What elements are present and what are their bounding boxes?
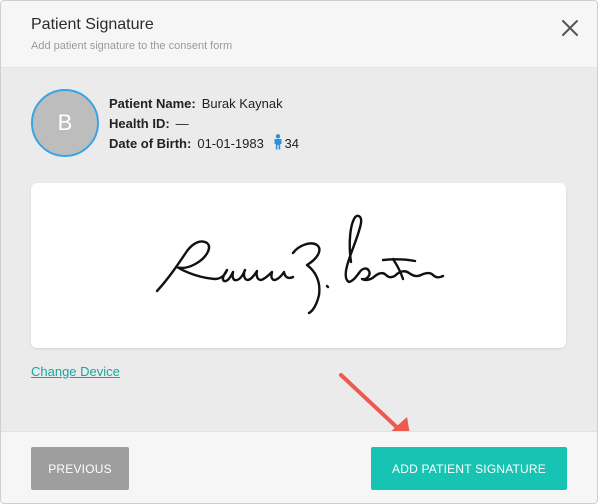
previous-button[interactable]: PREVIOUS	[31, 447, 129, 490]
dob-label: Date of Birth:	[109, 136, 192, 151]
patient-name-row: Patient Name: Burak Kaynak	[109, 94, 299, 114]
patient-info: Patient Name: Burak Kaynak Health ID: — Da…	[109, 94, 299, 154]
avatar: B	[31, 89, 99, 157]
modal-subtitle: Add patient signature to the consent for…	[31, 40, 233, 52]
signature-image	[155, 214, 445, 315]
modal-footer: PREVIOUS ADD PATIENT SIGNATURE	[1, 431, 597, 503]
close-icon	[562, 20, 578, 36]
modal-title: Patient Signature	[31, 16, 154, 33]
health-id-row: Health ID: —	[109, 114, 299, 134]
dob-row: Date of Birth: 01-01-1983 34	[109, 134, 299, 154]
patient-name-label: Patient Name:	[109, 96, 196, 111]
age-value: 34	[284, 136, 299, 151]
health-id-value: —	[175, 116, 189, 131]
health-id-label: Health ID:	[109, 116, 170, 131]
patient-signature-modal: Patient Signature Add patient signature …	[0, 0, 598, 504]
avatar-initial: B	[57, 110, 73, 135]
modal-header: Patient Signature Add patient signature …	[1, 1, 597, 68]
patient-name-value: Burak Kaynak	[201, 96, 283, 111]
change-device-link[interactable]: Change Device	[31, 364, 120, 379]
person-icon	[274, 134, 282, 150]
close-button[interactable]	[557, 15, 583, 41]
dob-value: 01-01-1983	[197, 136, 264, 151]
signature-pad[interactable]	[31, 183, 566, 348]
add-patient-signature-button[interactable]: ADD PATIENT SIGNATURE	[371, 447, 567, 490]
